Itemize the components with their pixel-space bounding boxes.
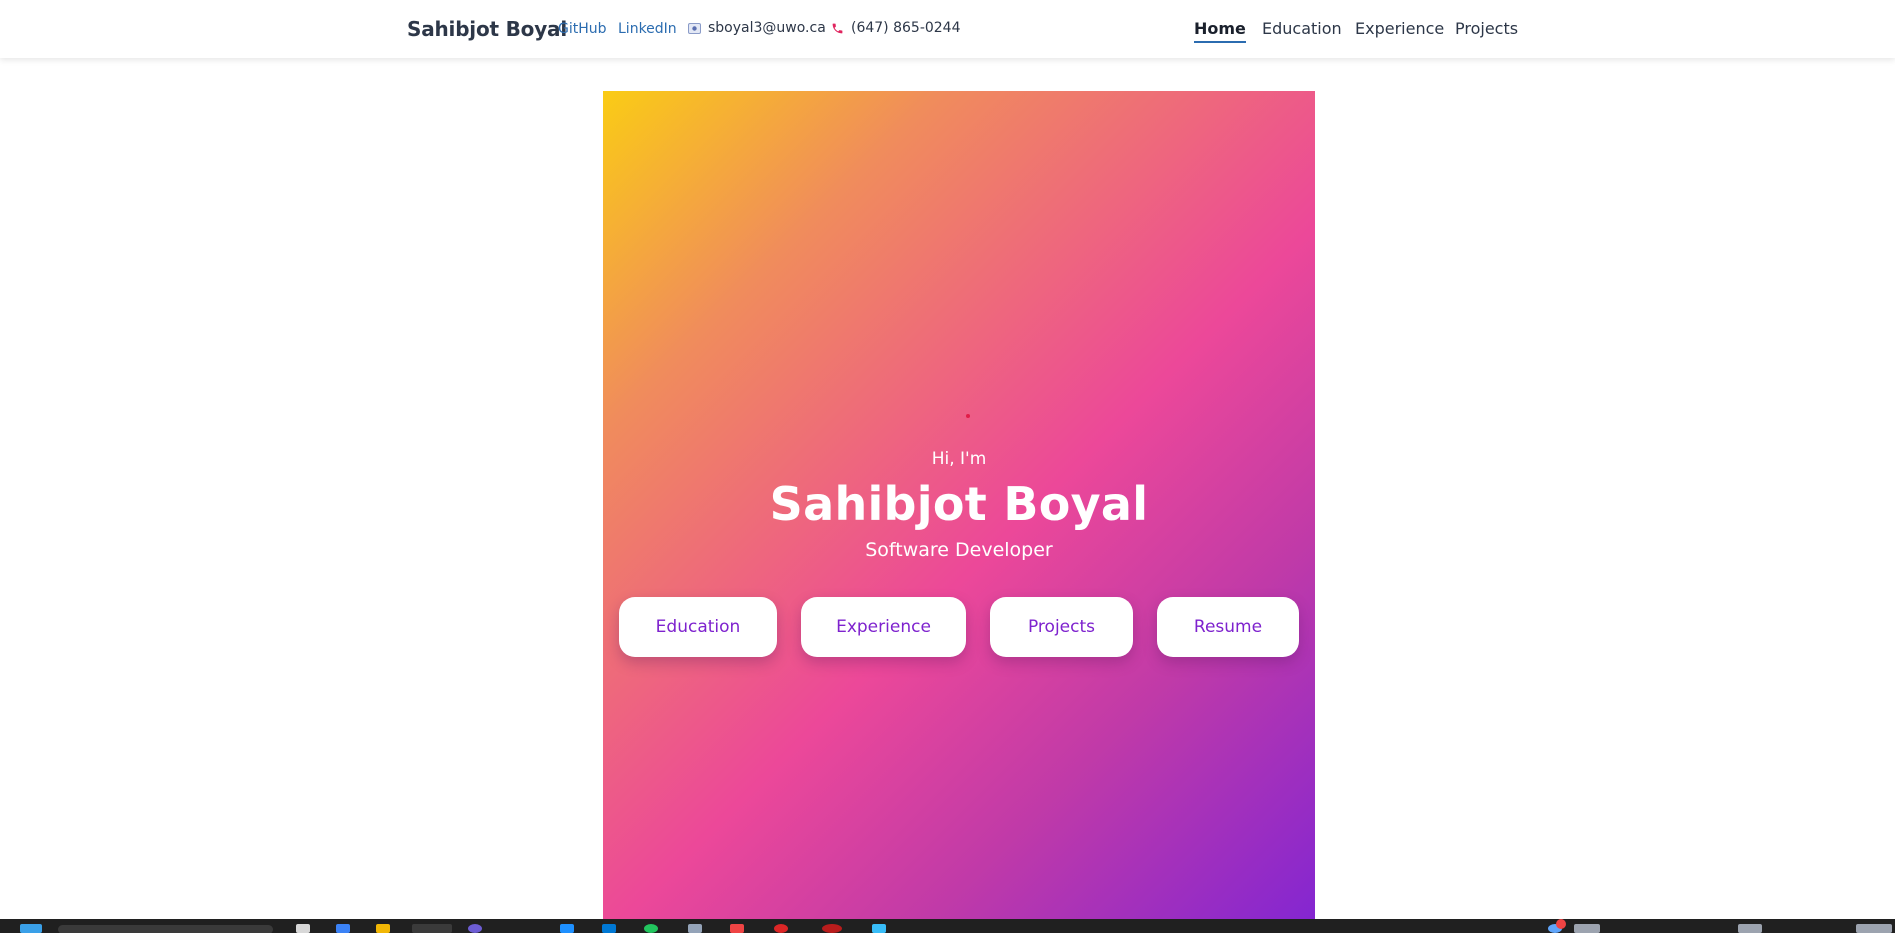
nav-home[interactable]: Home: [1194, 19, 1246, 43]
hero-section: Hi, I'm Sahibjot Boyal Software Develope…: [603, 91, 1315, 919]
taskbar-app-icon[interactable]: [560, 924, 574, 933]
taskbar-app-icon[interactable]: [730, 924, 744, 933]
taskbar-active-app[interactable]: [412, 924, 452, 933]
nav-projects[interactable]: Projects: [1455, 19, 1518, 38]
projects-button[interactable]: Projects: [990, 597, 1133, 657]
phone-contact[interactable]: (647) 865-0244: [831, 20, 961, 36]
taskbar-app-icon[interactable]: [822, 924, 842, 933]
taskbar-app-icon[interactable]: [644, 924, 658, 933]
nav-education[interactable]: Education: [1262, 19, 1342, 38]
clock[interactable]: [1856, 924, 1892, 933]
taskbar: [0, 919, 1895, 933]
brand-name[interactable]: Sahibjot Boyal: [407, 17, 567, 41]
file-explorer-icon[interactable]: [376, 924, 390, 933]
taskbar-app-icon[interactable]: [688, 924, 702, 933]
phone-text: (647) 865-0244: [851, 20, 961, 36]
taskbar-app-icon[interactable]: [872, 924, 886, 933]
taskbar-app-icon[interactable]: [336, 924, 350, 933]
language-indicator[interactable]: [1738, 924, 1762, 933]
weather-temperature: [1574, 924, 1600, 933]
cursor-dot: [966, 414, 970, 418]
taskbar-search-box[interactable]: [58, 925, 273, 933]
email-icon: [688, 22, 701, 34]
task-view-icon[interactable]: [296, 924, 310, 933]
nav-experience[interactable]: Experience: [1355, 19, 1444, 38]
hero-name: Sahibjot Boyal: [769, 477, 1149, 531]
taskbar-app-icon[interactable]: [602, 924, 616, 933]
github-link[interactable]: GitHub: [558, 21, 607, 37]
taskbar-app-icon[interactable]: [774, 924, 788, 933]
top-navbar: Sahibjot Boyal GitHub LinkedIn sboyal3@u…: [0, 0, 1895, 58]
phone-icon: [831, 22, 844, 35]
hero-greeting: Hi, I'm: [931, 449, 987, 469]
experience-button[interactable]: Experience: [801, 597, 966, 657]
start-icon[interactable]: [20, 924, 42, 933]
taskbar-app-icon[interactable]: [468, 924, 482, 933]
email-text: sboyal3@uwo.ca: [708, 20, 826, 36]
email-contact[interactable]: sboyal3@uwo.ca: [688, 20, 826, 36]
linkedin-link[interactable]: LinkedIn: [618, 21, 677, 37]
notification-badge: [1556, 919, 1566, 929]
hero-role: Software Developer: [865, 539, 1053, 561]
resume-button[interactable]: Resume: [1157, 597, 1299, 657]
education-button[interactable]: Education: [619, 597, 777, 657]
